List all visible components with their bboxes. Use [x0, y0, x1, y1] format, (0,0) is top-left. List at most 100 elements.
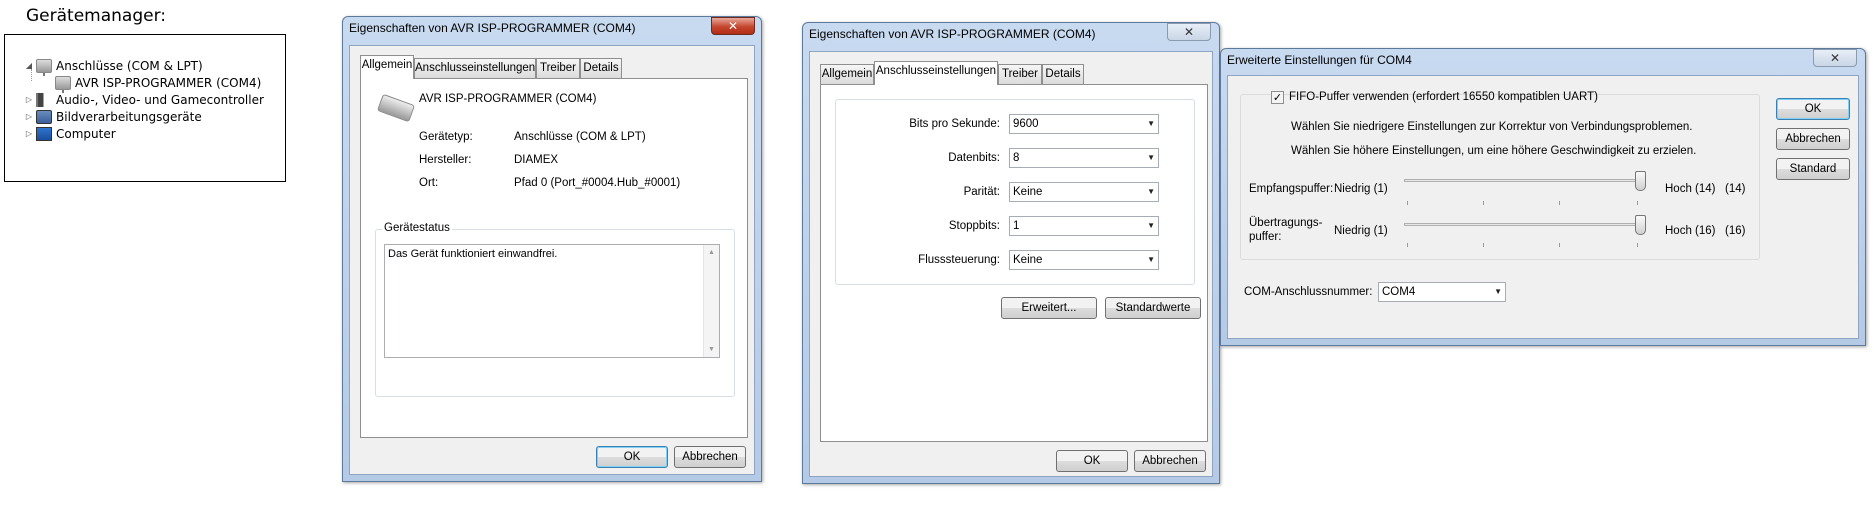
- properties-dialog-port: Eigenschaften von AVR ISP-PROGRAMMER (CO…: [802, 22, 1220, 484]
- dropdown-arrow-icon: ▼: [1494, 287, 1502, 296]
- advanced-button[interactable]: Erweitert...: [1001, 297, 1097, 319]
- computer-icon: [36, 126, 52, 141]
- cancel-button[interactable]: Abbrechen: [1134, 450, 1206, 472]
- device-manager-heading: Gerätemanager:: [26, 6, 167, 26]
- expander-closed-icon[interactable]: ▷: [25, 129, 33, 138]
- tab-allgemein[interactable]: Allgemein: [360, 55, 414, 79]
- receive-value: (14): [1725, 183, 1746, 195]
- properties-dialog-general: Eigenschaften von AVR ISP-PROGRAMMER (CO…: [342, 16, 762, 482]
- serial-port-icon: [376, 93, 416, 123]
- tree-item-label: Audio-, Video- und Gamecontroller: [56, 92, 264, 107]
- property-value: Anschlüsse (COM & LPT): [514, 131, 646, 143]
- cancel-button[interactable]: Abbrechen: [1776, 128, 1850, 150]
- device-name: AVR ISP-PROGRAMMER (COM4): [419, 93, 597, 105]
- tab-details[interactable]: Details: [1042, 64, 1084, 85]
- ok-button[interactable]: OK: [1776, 98, 1850, 120]
- stop-bits-dropdown[interactable]: 1 ▼: [1009, 216, 1159, 236]
- slider-tick: [1559, 201, 1560, 205]
- tab-treiber[interactable]: Treiber: [536, 58, 580, 79]
- tab-page-general: AVR ISP-PROGRAMMER (COM4) Gerätetyp: Ans…: [360, 78, 748, 438]
- tree-item-label: Computer: [56, 126, 116, 141]
- hint-high: Wählen Sie höhere Einstellungen, um eine…: [1291, 145, 1697, 157]
- slider-tick: [1637, 243, 1638, 247]
- property-value: DIAMEX: [514, 154, 559, 166]
- tree-item-label: Bildverarbeitungsgeräte: [56, 109, 202, 124]
- tree-item-audio[interactable]: ▷ Audio-, Video- und Gamecontroller: [25, 91, 264, 108]
- receive-slider-thumb[interactable]: [1635, 171, 1646, 191]
- com-port-dropdown[interactable]: COM4 ▼: [1378, 282, 1506, 302]
- transmit-low-label: Niedrig (1): [1334, 225, 1388, 237]
- ok-button[interactable]: OK: [1056, 450, 1128, 472]
- dropdown-arrow-icon: ▼: [1147, 255, 1155, 264]
- property-label: Gerätetyp:: [419, 131, 473, 143]
- tree-item-imaging[interactable]: ▷ Bildverarbeitungsgeräte: [25, 108, 202, 125]
- receive-buffer-label: Empfangspuffer:: [1249, 183, 1334, 195]
- status-group-label: Gerätestatus: [382, 222, 452, 234]
- cancel-button[interactable]: Abbrechen: [674, 446, 746, 468]
- dialog-title: Erweiterte Einstellungen für COM4: [1227, 53, 1412, 67]
- tree-item-computer[interactable]: ▷ Computer: [25, 125, 116, 142]
- slider-tick: [1407, 243, 1408, 247]
- property-value: Pfad 0 (Port_#0004.Hub_#0001): [514, 177, 681, 189]
- slider-tick: [1483, 201, 1484, 205]
- close-icon[interactable]: ✕: [1813, 49, 1857, 67]
- dialog-title: Eigenschaften von AVR ISP-PROGRAMMER (CO…: [809, 27, 1096, 41]
- transmit-buffer-label: Übertragungs-: [1249, 217, 1323, 229]
- dialog-title: Eigenschaften von AVR ISP-PROGRAMMER (CO…: [349, 21, 636, 35]
- slider-tick: [1637, 201, 1638, 205]
- tree-item-label: AVR ISP-PROGRAMMER (COM4): [75, 75, 262, 90]
- tab-anschlusseinstellungen[interactable]: Anschlusseinstellungen: [874, 61, 998, 85]
- close-icon[interactable]: ✕: [711, 17, 755, 35]
- parity-dropdown[interactable]: Keine ▼: [1009, 182, 1159, 202]
- expander-closed-icon[interactable]: ▷: [25, 112, 33, 121]
- setting-label: Flusssteuerung:: [918, 254, 1000, 266]
- property-label: Ort:: [419, 177, 439, 189]
- property-label: Hersteller:: [419, 154, 472, 166]
- transmit-high-label: Hoch (16): [1665, 225, 1716, 237]
- tree-item-ports[interactable]: ◢ Anschlüsse (COM & LPT): [25, 57, 203, 76]
- fifo-label: FIFO-Puffer verwenden (erfordert 16550 k…: [1289, 91, 1598, 103]
- transmit-slider-thumb[interactable]: [1635, 215, 1646, 235]
- dialog-client: Allgemein Anschlusseinstellungen Treiber…: [809, 51, 1213, 477]
- setting-label: Parität:: [963, 186, 1000, 198]
- data-bits-dropdown[interactable]: 8 ▼: [1009, 148, 1159, 168]
- expander-closed-icon[interactable]: ▷: [25, 95, 33, 104]
- dropdown-arrow-icon: ▼: [1147, 221, 1155, 230]
- close-icon[interactable]: ✕: [1167, 23, 1211, 41]
- speaker-icon: [36, 92, 52, 107]
- receive-high-label: Hoch (14): [1665, 183, 1716, 195]
- dropdown-arrow-icon: ▼: [1147, 187, 1155, 196]
- port-settings-group: Bits pro Sekunde: 9600 ▼ Datenbits: 8 ▼ Pa…: [835, 99, 1195, 285]
- tab-allgemein[interactable]: Allgemein: [820, 64, 874, 85]
- advanced-settings-dialog: Erweiterte Einstellungen für COM4 ✕ ✓ FI…: [1220, 48, 1866, 346]
- hint-low: Wählen Sie niedrigere Einstellungen zur …: [1291, 121, 1693, 133]
- dialog-client: Allgemein Anschlusseinstellungen Treiber…: [349, 45, 755, 475]
- flow-control-dropdown[interactable]: Keine ▼: [1009, 250, 1159, 270]
- tree-item-avr-programmer[interactable]: AVR ISP-PROGRAMMER (COM4): [55, 74, 262, 93]
- slider-tick: [1559, 243, 1560, 247]
- com-port-label: COM-Anschlussnummer:: [1244, 286, 1373, 298]
- status-groupbox: Gerätestatus Das Gerät funktioniert einw…: [375, 222, 735, 397]
- status-text: Das Gerät funktioniert einwandfrei.: [388, 248, 558, 260]
- ok-button[interactable]: OK: [596, 446, 668, 468]
- setting-label: Datenbits:: [948, 152, 1000, 164]
- standard-button[interactable]: Standard: [1776, 158, 1850, 180]
- transmit-slider-track: [1404, 223, 1642, 226]
- expander-open-icon[interactable]: ◢: [25, 61, 33, 70]
- dropdown-arrow-icon: ▼: [1147, 153, 1155, 162]
- tab-page-port: Bits pro Sekunde: 9600 ▼ Datenbits: 8 ▼ Pa…: [820, 84, 1208, 442]
- device-tree: ◢ Anschlüsse (COM & LPT) AVR ISP-PROGRAM…: [4, 34, 286, 182]
- baud-rate-dropdown[interactable]: 9600 ▼: [1009, 114, 1159, 134]
- scrollbar[interactable]: ▲ ▼: [703, 245, 719, 357]
- port-icon: [36, 58, 52, 76]
- slider-tick: [1407, 201, 1408, 205]
- tab-anschlusseinstellungen[interactable]: Anschlusseinstellungen: [414, 58, 536, 79]
- tab-details[interactable]: Details: [580, 58, 622, 79]
- receive-slider-track: [1404, 179, 1642, 182]
- transmit-value: (16): [1725, 225, 1746, 237]
- fifo-checkbox[interactable]: ✓: [1271, 91, 1284, 104]
- defaults-button[interactable]: Standardwerte: [1105, 297, 1201, 319]
- tab-treiber[interactable]: Treiber: [998, 64, 1042, 85]
- status-textbox[interactable]: Das Gerät funktioniert einwandfrei. ▲ ▼: [384, 244, 720, 358]
- slider-tick: [1483, 243, 1484, 247]
